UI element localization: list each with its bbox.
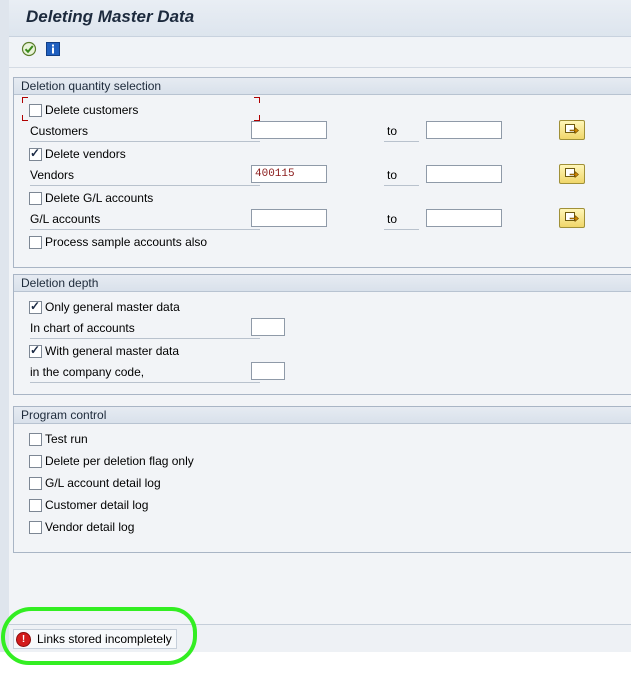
focus-marker xyxy=(254,97,260,103)
multiple-selection-arrow-icon xyxy=(565,168,579,179)
gl-account-detail-log-checkbox-row[interactable]: G/L account detail log xyxy=(29,473,161,493)
with-general-master-data-checkbox-row[interactable]: With general master data xyxy=(29,341,179,361)
multiple-selection-arrow-icon xyxy=(565,124,579,135)
test-run-checkbox-row[interactable]: Test run xyxy=(29,429,88,449)
checkbox-label: With general master data xyxy=(45,344,180,358)
application-toolbar xyxy=(9,37,631,68)
group-title: Deletion quantity selection xyxy=(14,78,631,95)
group-title: Deletion depth xyxy=(14,275,631,292)
left-frame-strip xyxy=(0,0,9,652)
gl-account-detail-log-checkbox[interactable] xyxy=(29,476,42,490)
process-sample-accounts-checkbox[interactable] xyxy=(29,235,42,249)
customers-to-input[interactable] xyxy=(426,121,502,139)
delete-gl-accounts-checkbox-row[interactable]: Delete G/L accounts xyxy=(29,188,153,208)
chart-of-accounts-label: In chart of accounts xyxy=(30,319,260,339)
delete-vendors-checkbox-row[interactable]: Delete vendors xyxy=(29,144,126,164)
gl-accounts-to-input[interactable] xyxy=(426,209,502,227)
checkbox-label: G/L account detail log xyxy=(45,476,161,490)
vendors-to-input[interactable] xyxy=(426,165,502,183)
gl-accounts-from-input[interactable] xyxy=(251,209,327,227)
delete-gl-accounts-checkbox[interactable] xyxy=(29,191,42,205)
only-general-master-data-checkbox-row[interactable]: Only general master data xyxy=(29,297,180,317)
delete-customers-checkbox[interactable] xyxy=(29,103,42,117)
program-control-group: Program control Test run Delete per dele… xyxy=(13,406,631,553)
delete-vendors-checkbox[interactable] xyxy=(29,146,42,161)
checkbox-label: Only general master data xyxy=(45,300,180,314)
process-sample-accounts-checkbox-row[interactable]: Process sample accounts also xyxy=(29,232,207,252)
highlight-annotation xyxy=(1,607,197,665)
page-title: Deleting Master Data xyxy=(26,7,195,26)
vendors-from-input[interactable]: 400115 xyxy=(251,165,327,183)
delete-per-deletion-flag-checkbox[interactable] xyxy=(29,454,42,468)
checkbox-label: Process sample accounts also xyxy=(45,235,208,249)
vendors-label: Vendors xyxy=(30,166,260,186)
checkbox-label: Vendor detail log xyxy=(45,520,135,534)
info-button[interactable] xyxy=(45,41,61,57)
focus-marker xyxy=(22,115,28,121)
with-general-master-data-checkbox[interactable] xyxy=(29,343,42,358)
checkbox-label: Delete G/L accounts xyxy=(45,191,154,205)
gl-accounts-to-label: to xyxy=(384,210,419,230)
vendor-detail-log-checkbox-row[interactable]: Vendor detail log xyxy=(29,517,134,537)
checkbox-label: Delete per deletion flag only xyxy=(45,454,194,468)
customers-multiple-selection-button[interactable] xyxy=(559,120,585,140)
title-bar: Deleting Master Data xyxy=(9,0,631,37)
checkbox-label: Customer detail log xyxy=(45,498,149,512)
multiple-selection-arrow-icon xyxy=(565,212,579,223)
group-title: Program control xyxy=(14,407,631,424)
deletion-quantity-group: Deletion quantity selection Delete custo… xyxy=(13,77,631,268)
customer-detail-log-checkbox-row[interactable]: Customer detail log xyxy=(29,495,148,515)
vendors-to-label: to xyxy=(384,166,419,186)
checkbox-label: Delete customers xyxy=(45,103,139,117)
checkbox-label: Test run xyxy=(45,432,88,446)
gl-accounts-label: G/L accounts xyxy=(30,210,260,230)
delete-per-deletion-flag-checkbox-row[interactable]: Delete per deletion flag only xyxy=(29,451,194,471)
customers-to-label: to xyxy=(384,122,419,142)
delete-customers-checkbox-row[interactable]: Delete customers xyxy=(29,100,138,120)
gl-accounts-multiple-selection-button[interactable] xyxy=(559,208,585,228)
test-run-checkbox[interactable] xyxy=(29,432,42,446)
company-code-input[interactable] xyxy=(251,362,285,380)
company-code-label: in the company code, xyxy=(30,363,260,383)
customers-label: Customers xyxy=(30,122,260,142)
execute-button[interactable] xyxy=(21,41,37,57)
checkbox-label: Delete vendors xyxy=(45,147,126,161)
focus-marker xyxy=(22,97,28,103)
customers-from-input[interactable] xyxy=(251,121,327,139)
selection-screen: Deletion quantity selection Delete custo… xyxy=(9,68,631,624)
execute-icon xyxy=(21,41,37,57)
vendor-detail-log-checkbox[interactable] xyxy=(29,520,42,534)
only-general-master-data-checkbox[interactable] xyxy=(29,299,42,314)
info-icon xyxy=(46,42,60,56)
vendors-multiple-selection-button[interactable] xyxy=(559,164,585,184)
deletion-depth-group: Deletion depth Only general master data … xyxy=(13,274,631,395)
customer-detail-log-checkbox[interactable] xyxy=(29,498,42,512)
chart-of-accounts-input[interactable] xyxy=(251,318,285,336)
